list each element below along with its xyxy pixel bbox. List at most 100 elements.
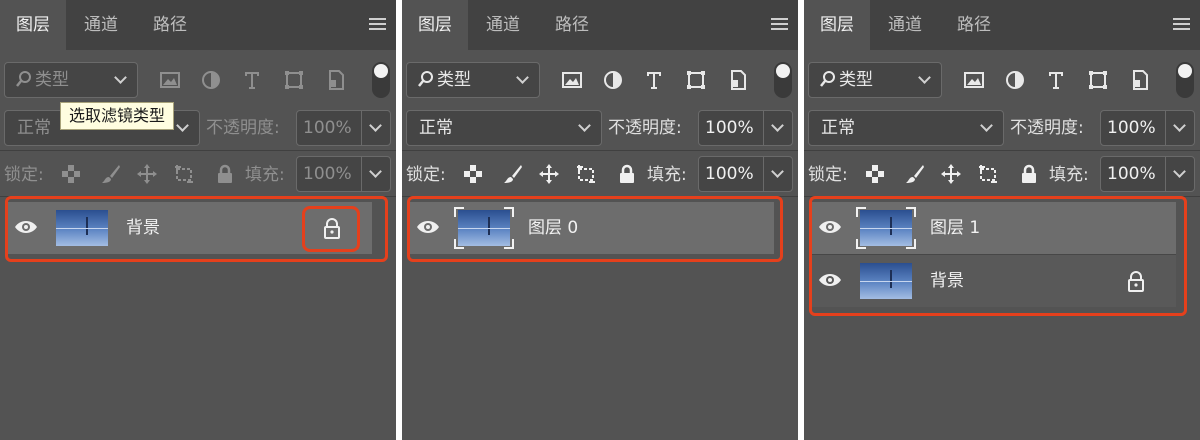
panel-tab-bar: 图层 通道 路径	[0, 0, 396, 50]
filter-toggle-switch[interactable]	[1176, 62, 1194, 98]
fill-dropdown[interactable]	[763, 156, 793, 192]
lock-position-icon[interactable]	[939, 162, 963, 186]
blend-mode-label: 正常	[821, 118, 855, 138]
image-filter-icon[interactable]	[560, 68, 584, 92]
lock-label: 锁定:	[808, 165, 848, 185]
blend-mode-label: 正常	[419, 118, 453, 138]
tab-channels[interactable]: 通道	[468, 0, 538, 50]
filter-tooltip: 选取滤镜类型	[60, 102, 175, 130]
lock-image-pixels-icon[interactable]	[903, 162, 927, 186]
fill-label: 填充:	[1049, 165, 1089, 185]
highlight-box	[407, 196, 783, 262]
lock-image-pixels-icon[interactable]	[99, 162, 123, 186]
lock-label: 锁定:	[406, 165, 446, 185]
divider	[0, 150, 396, 151]
tab-paths[interactable]: 路径	[538, 0, 606, 50]
lock-transparent-pixels-icon[interactable]	[461, 162, 485, 186]
opacity-label: 不透明度:	[608, 118, 682, 138]
lock-transparent-pixels-icon[interactable]	[59, 162, 83, 186]
fill-field[interactable]: 100%	[698, 156, 764, 192]
filter-type-select[interactable]: 类型	[808, 62, 942, 98]
tab-layers[interactable]: 图层	[804, 0, 870, 50]
chevron-down-icon	[980, 119, 993, 132]
chevron-down-icon	[771, 119, 784, 132]
tab-layers[interactable]: 图层	[402, 0, 468, 50]
opacity-dropdown[interactable]	[763, 110, 793, 146]
shape-filter-icon[interactable]	[684, 68, 708, 92]
lock-position-icon[interactable]	[135, 162, 159, 186]
type-filter-icon[interactable]	[642, 68, 666, 92]
filter-toggle-switch[interactable]	[372, 62, 390, 98]
fill-field[interactable]: 100%	[1100, 156, 1166, 192]
lock-image-pixels-icon[interactable]	[501, 162, 525, 186]
tab-paths[interactable]: 路径	[136, 0, 204, 50]
divider	[402, 150, 798, 151]
smart-object-filter-icon[interactable]	[1128, 68, 1152, 92]
filter-type-select[interactable]: 类型	[406, 62, 540, 98]
tab-channels[interactable]: 通道	[66, 0, 136, 50]
panel-menu-icon[interactable]	[369, 18, 386, 32]
fill-dropdown[interactable]	[361, 156, 391, 192]
opacity-field[interactable]: 100%	[1100, 110, 1166, 146]
opacity-dropdown[interactable]	[1165, 110, 1195, 146]
blend-mode-label: 正常	[17, 118, 51, 138]
lock-transparent-pixels-icon[interactable]	[863, 162, 887, 186]
lock-highlight-box	[302, 206, 360, 252]
search-icon	[418, 71, 433, 87]
type-filter-icon[interactable]	[1044, 68, 1068, 92]
chevron-down-icon	[771, 165, 784, 178]
chevron-down-icon	[578, 119, 591, 132]
tab-channels[interactable]: 通道	[870, 0, 940, 50]
lock-position-icon[interactable]	[537, 162, 561, 186]
highlight-box	[809, 196, 1187, 316]
panel-menu-icon[interactable]	[1173, 18, 1190, 32]
type-filter-icon[interactable]	[240, 68, 264, 92]
shape-filter-icon[interactable]	[282, 68, 306, 92]
lock-artboard-icon[interactable]	[976, 162, 1000, 186]
lock-all-icon[interactable]	[213, 162, 237, 186]
adjustment-filter-icon[interactable]	[1003, 68, 1027, 92]
blend-mode-select[interactable]: 正常	[406, 110, 602, 146]
shape-filter-icon[interactable]	[1086, 68, 1110, 92]
fill-dropdown[interactable]	[1165, 156, 1195, 192]
image-filter-icon[interactable]	[158, 68, 182, 92]
panel-menu-icon[interactable]	[771, 18, 788, 32]
filter-toggle-switch[interactable]	[774, 62, 792, 98]
opacity-dropdown[interactable]	[361, 110, 391, 146]
screenshot-stage: 图层 通道 路径 类型 正常 不透明度: 100% 锁定: 填充: 100% 背…	[0, 0, 1200, 440]
smart-object-filter-icon[interactable]	[324, 68, 348, 92]
filter-type-label: 类型	[839, 70, 873, 90]
chevron-down-icon	[369, 119, 382, 132]
filter-type-label: 类型	[35, 70, 69, 90]
tab-paths[interactable]: 路径	[940, 0, 1008, 50]
chevron-down-icon	[1173, 165, 1186, 178]
smart-object-filter-icon[interactable]	[726, 68, 750, 92]
chevron-down-icon	[176, 119, 189, 132]
fill-field[interactable]: 100%	[296, 156, 362, 192]
opacity-label: 不透明度:	[206, 118, 280, 138]
panel-tab-bar: 图层 通道 路径	[804, 0, 1200, 50]
divider	[804, 150, 1200, 151]
chevron-down-icon	[918, 71, 931, 84]
layers-panel-3: 图层 通道 路径 类型 正常 不透明度: 100% 锁定: 填充: 100% 图…	[804, 0, 1200, 440]
opacity-field[interactable]: 100%	[698, 110, 764, 146]
search-icon	[820, 71, 835, 87]
adjustment-filter-icon[interactable]	[601, 68, 625, 92]
lock-all-icon[interactable]	[615, 162, 639, 186]
opacity-field[interactable]: 100%	[296, 110, 362, 146]
image-filter-icon[interactable]	[962, 68, 986, 92]
search-icon	[16, 71, 31, 87]
fill-label: 填充:	[647, 165, 687, 185]
layers-panel-2: 图层 通道 路径 类型 正常 不透明度: 100% 锁定: 填充: 100% 图…	[402, 0, 798, 440]
lock-all-icon[interactable]	[1017, 162, 1041, 186]
filter-type-select[interactable]: 类型	[4, 62, 138, 98]
blend-mode-select[interactable]: 正常	[808, 110, 1004, 146]
lock-artboard-icon[interactable]	[172, 162, 196, 186]
chevron-down-icon	[369, 165, 382, 178]
adjustment-filter-icon[interactable]	[199, 68, 223, 92]
tab-layers[interactable]: 图层	[0, 0, 66, 50]
layers-panel-1: 图层 通道 路径 类型 正常 不透明度: 100% 锁定: 填充: 100% 背…	[0, 0, 396, 440]
opacity-label: 不透明度:	[1010, 118, 1084, 138]
lock-artboard-icon[interactable]	[574, 162, 598, 186]
lock-label: 锁定:	[4, 165, 44, 185]
